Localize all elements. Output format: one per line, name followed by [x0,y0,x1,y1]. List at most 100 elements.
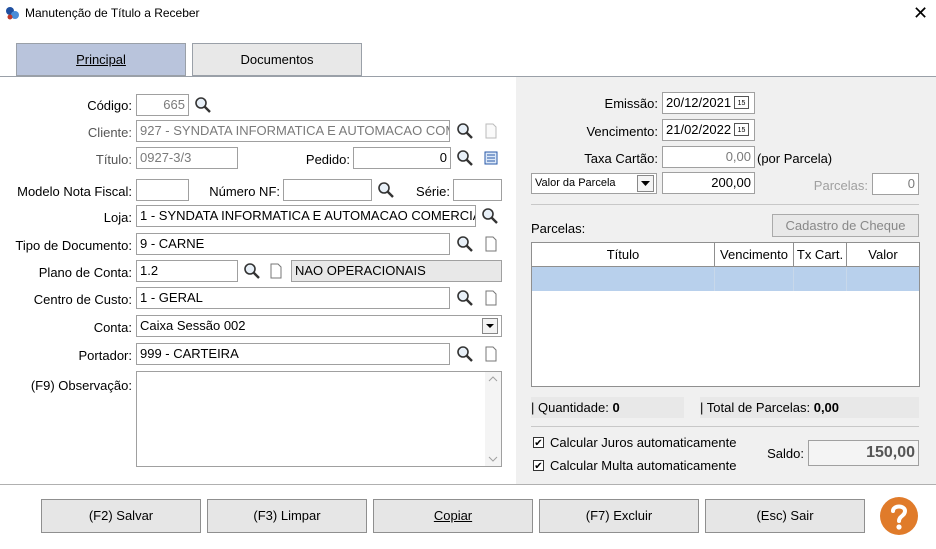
taxa-cartao-field[interactable]: 0,00 [662,146,755,168]
tab-principal-label: Principal [76,52,126,67]
total-parcelas-box: | Total de Parcelas: 0,00 [700,397,919,418]
taxa-cartao-label: Taxa Cartão: [584,151,658,166]
grid-cell [532,266,715,291]
document-icon[interactable] [267,262,285,280]
limpar-button[interactable]: (F3) Limpar [207,499,367,533]
valor-tipo-selected: Valor da Parcela [535,177,616,189]
serie-field[interactable] [453,179,502,201]
chevron-down-icon[interactable] [482,318,498,334]
loja-field[interactable]: 1 - SYNDATA INFORMATICA E AUTOMACAO COME… [136,205,476,227]
loja-label: Loja: [103,210,132,225]
sair-label: (Esc) Sair [756,508,814,523]
plano-conta-description: NAO OPERACIONAIS [291,260,502,282]
numero-nf-label: Número NF: [209,184,280,199]
parcelas-count-label: Parcelas: [813,178,868,193]
calcular-multa-label[interactable]: Calcular Multa automaticamente [550,458,736,473]
calcular-juros-checkbox[interactable]: ✔ [533,437,544,449]
vencimento-label: Vencimento: [586,124,658,139]
saldo-label: Saldo: [767,446,804,461]
emissao-value: 20/12/2021 [666,95,732,110]
modelo-nf-field[interactable] [136,179,189,201]
search-icon[interactable] [481,207,499,225]
codigo-label: Código: [87,98,132,113]
sair-button[interactable]: (Esc) Sair [705,499,865,533]
grid-cell [714,266,794,291]
search-icon[interactable] [456,289,474,307]
pedido-field[interactable]: 0 [353,147,451,169]
taxa-cartao-suffix: (por Parcela) [757,151,833,166]
document-icon[interactable] [482,289,500,307]
portador-label: Portador: [78,348,132,363]
plano-conta-label: Plano de Conta: [38,265,132,280]
emissao-label: Emissão: [604,96,658,111]
valor-field[interactable]: 200,00 [662,172,755,194]
document-icon[interactable] [482,122,500,140]
copiar-button[interactable]: Copiar [373,499,533,533]
parcelas-grid[interactable]: Título Vencimento Tx Cart. Valor [531,242,920,387]
total-parcelas-label: | Total de Parcelas: [700,400,811,415]
grid-header-tx-cart[interactable]: Tx Cart. [793,243,847,267]
calendar-icon[interactable]: 15 [734,96,749,109]
divider [531,426,919,427]
calcular-juros-label[interactable]: Calcular Juros automaticamente [550,435,736,450]
excluir-button[interactable]: (F7) Excluir [539,499,699,533]
cadastro-cheque-label: Cadastro de Cheque [785,218,906,233]
vencimento-value: 21/02/2022 [666,122,732,137]
close-icon[interactable]: ✕ [913,4,928,22]
document-icon[interactable] [482,345,500,363]
grid-cell [793,266,847,291]
search-icon[interactable] [456,122,474,140]
grid-header-vencimento[interactable]: Vencimento [714,243,794,267]
numero-nf-field[interactable] [283,179,372,201]
conta-select[interactable]: Caixa Sessão 002 [136,315,502,337]
observacao-label: (F9) Observação: [30,378,132,393]
list-document-icon[interactable] [482,149,500,167]
conta-selected-value: Caixa Sessão 002 [140,318,246,333]
modelo-nf-label: Modelo Nota Fiscal: [17,184,132,199]
calcular-multa-checkbox[interactable]: ✔ [533,460,544,472]
calendar-icon[interactable]: 15 [734,123,749,136]
parcelas-count-field[interactable]: 0 [872,173,919,195]
plano-conta-field[interactable]: 1.2 [136,260,238,282]
cadastro-cheque-button[interactable]: Cadastro de Cheque [772,214,919,237]
pedido-label: Pedido: [305,152,350,167]
serie-label: Série: [416,184,450,199]
search-icon[interactable] [456,149,474,167]
search-icon[interactable] [456,345,474,363]
titulo-field[interactable]: 0927-3/3 [136,147,238,169]
search-icon[interactable] [377,181,395,199]
quantidade-label: | Quantidade: [531,400,609,415]
search-icon[interactable] [243,262,261,280]
app-icon [5,6,20,21]
search-icon[interactable] [194,96,212,114]
tab-principal[interactable]: Principal [16,43,186,76]
observacao-textarea[interactable] [136,371,502,467]
search-icon[interactable] [456,235,474,253]
parcelas-section-title: Parcelas: [531,221,586,236]
centro-custo-field[interactable]: 1 - GERAL [136,287,450,309]
grid-header-titulo[interactable]: Título [532,243,715,267]
grid-header-valor[interactable]: Valor [846,243,919,267]
footer-divider [0,484,936,485]
chevron-down-icon[interactable] [637,175,654,192]
observacao-scrollbar[interactable] [485,372,501,466]
help-icon[interactable] [879,496,919,536]
titulo-label: Título: [95,152,132,167]
excluir-label: (F7) Excluir [585,508,653,523]
salvar-button[interactable]: (F2) Salvar [41,499,201,533]
tab-documentos-label: Documentos [240,52,314,67]
portador-field[interactable]: 999 - CARTEIRA [136,343,450,365]
grid-selected-row[interactable] [532,266,919,291]
window-title: Manutenção de Título a Receber [25,6,200,20]
copiar-label: Copiar [433,508,473,523]
tipo-documento-field[interactable]: 9 - CARNE [136,233,450,255]
limpar-label: (F3) Limpar [253,508,321,523]
codigo-field[interactable]: 665 [136,94,189,116]
total-parcelas-value: 0,00 [813,400,840,415]
cliente-field[interactable]: 927 - SYNDATA INFORMATICA E AUTOMACAO CO… [136,120,450,142]
document-icon[interactable] [482,235,500,253]
conta-label: Conta: [93,320,132,335]
salvar-label: (F2) Salvar [88,508,154,523]
tab-documentos[interactable]: Documentos [192,43,362,76]
centro-custo-label: Centro de Custo: [33,292,132,307]
